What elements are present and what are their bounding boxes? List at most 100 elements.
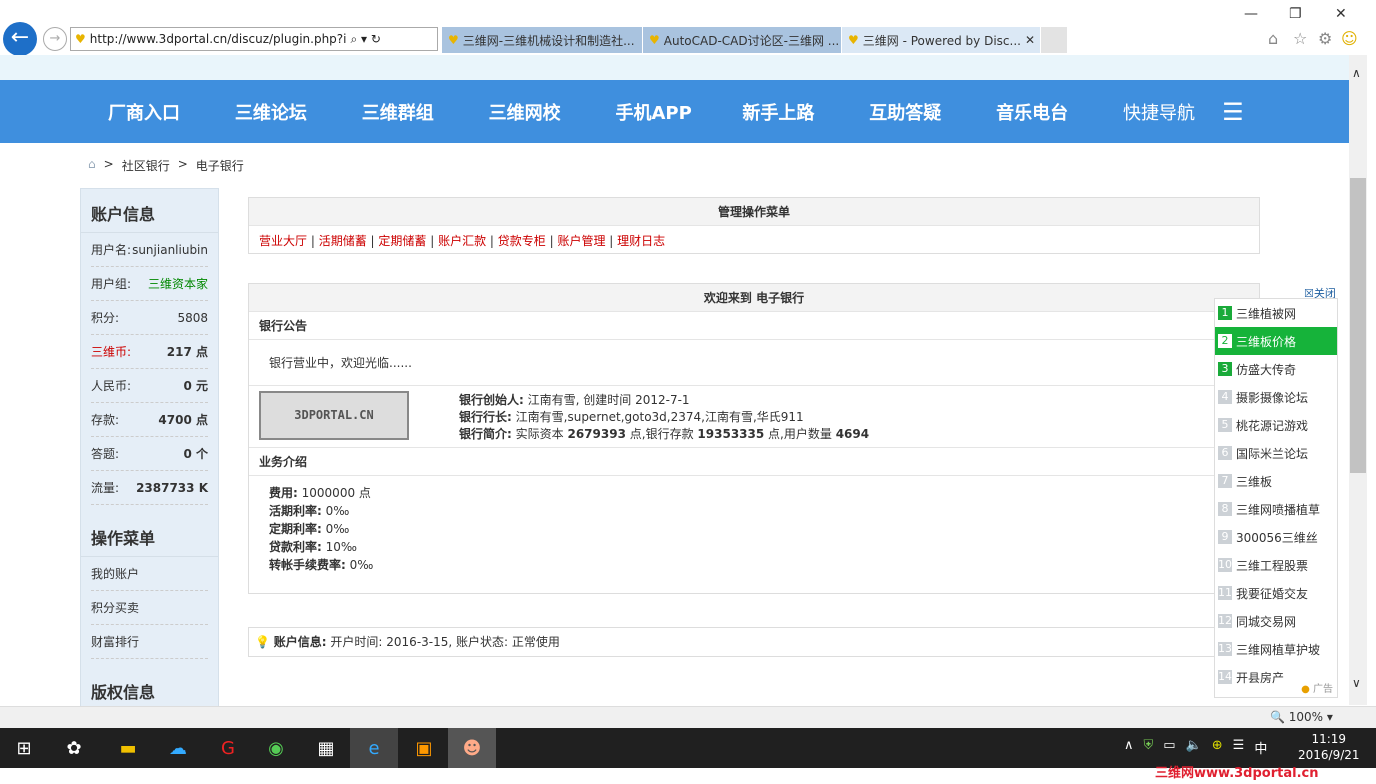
- add-icon[interactable]: ⊕: [1212, 738, 1223, 757]
- value: 1000000 点: [301, 486, 371, 500]
- tab-1[interactable]: ♥ 三维网-三维机械设计和制造社...: [442, 27, 642, 53]
- search-icon[interactable]: ⌕ ▾ ↻: [351, 32, 381, 47]
- sidebar-link-wealth-rank[interactable]: 财富排行: [91, 633, 139, 650]
- account-row: 用户名: sunjianliubin: [91, 233, 208, 267]
- ad-item-label: 300056三维丝: [1236, 530, 1318, 545]
- start-windows-icon[interactable]: ⊞: [0, 728, 48, 768]
- back-button[interactable]: ←: [3, 22, 37, 56]
- account-row: 流量: 2387733 K: [91, 471, 208, 505]
- app-icon[interactable]: ✿: [50, 728, 98, 768]
- sidebar-link-my-account[interactable]: 我的账户: [91, 565, 139, 582]
- volume-icon[interactable]: 🔈: [1186, 738, 1202, 757]
- ad-item-label: 仿盛大传奇: [1236, 362, 1297, 377]
- gear-icon[interactable]: ⚙: [1318, 29, 1332, 48]
- home-icon[interactable]: ⌂: [1268, 29, 1278, 48]
- ad-item[interactable]: 4 摄影摄像论坛: [1215, 383, 1337, 411]
- browser360-icon[interactable]: ◉: [252, 728, 300, 768]
- ad-item[interactable]: 13 三维网植草护坡: [1215, 635, 1337, 663]
- ad-item[interactable]: 6 国际米兰论坛: [1215, 439, 1337, 467]
- zoom-level: 100%: [1288, 710, 1324, 724]
- forward-button[interactable]: →: [43, 27, 67, 51]
- chevron-up-icon[interactable]: ∧: [1124, 738, 1134, 757]
- ad-item[interactable]: 8 三维网喷播植草: [1215, 495, 1337, 523]
- file-explorer-icon[interactable]: ▬: [104, 728, 152, 768]
- menu-link[interactable]: 定期储蓄: [378, 234, 426, 248]
- clock[interactable]: 11:19 2016/9/21: [1298, 731, 1360, 763]
- favorites-star-icon[interactable]: ☆: [1293, 29, 1307, 48]
- nav-item[interactable]: 新手上路: [742, 99, 869, 125]
- sep: >: [103, 157, 114, 171]
- nav-item[interactable]: 互助答疑: [869, 99, 996, 125]
- qq-users-icon[interactable]: ☻: [448, 728, 496, 768]
- rank-badge: 8: [1218, 502, 1232, 516]
- business-row: 贷款利率: 10‰: [269, 538, 1239, 556]
- business-list: 费用: 1000000 点活期利率: 0‰ 定期利率: 0‰ 贷款利率: 10‰ 转帐…: [249, 476, 1259, 582]
- ime-indicator[interactable]: 中: [1254, 738, 1267, 757]
- menu-link[interactable]: 营业大厅: [259, 234, 307, 248]
- label: 定期利率:: [269, 522, 322, 536]
- users-value: 4694: [835, 427, 870, 441]
- text: 实际资本: [515, 427, 564, 441]
- restore-button[interactable]: ❐: [1289, 6, 1302, 22]
- calculator-icon[interactable]: ▦: [302, 728, 350, 768]
- rank-badge: 14: [1218, 670, 1232, 684]
- zoom-control[interactable]: 🔍 100% ▾: [1270, 710, 1333, 724]
- ad-item[interactable]: 1 三维植被网: [1215, 299, 1337, 327]
- sidebar-link-points-trade[interactable]: 积分买卖: [91, 599, 139, 616]
- close-window-button[interactable]: ✕: [1335, 6, 1347, 22]
- label: 银行简介:: [459, 427, 512, 441]
- menu-link[interactable]: 账户管理: [557, 234, 605, 248]
- scroll-up-icon[interactable]: ∧: [1352, 66, 1361, 80]
- row-value: 三维资本家: [147, 277, 208, 291]
- ad-item[interactable]: 10 三维工程股票: [1215, 551, 1337, 579]
- ad-item[interactable]: 11 我要征婚交友: [1215, 579, 1337, 607]
- cloud-app-icon[interactable]: ☁: [154, 728, 202, 768]
- tab-2[interactable]: ♥ AutoCAD-CAD讨论区-三维网 ...: [643, 27, 841, 53]
- nav-item[interactable]: 三维论坛: [235, 99, 362, 125]
- founder-value: 江南有雪, 创建时间 2012-7-1: [527, 393, 690, 407]
- scrollbar-thumb[interactable]: [1350, 178, 1366, 473]
- status-bar: 🔍 100% ▾: [0, 706, 1376, 728]
- date: 2016/9/21: [1298, 748, 1360, 762]
- home-icon[interactable]: ⌂: [88, 157, 96, 174]
- nav-item[interactable]: 三维群组: [362, 99, 489, 125]
- nav-item[interactable]: 厂商入口: [108, 99, 235, 125]
- shield-icon[interactable]: ⛨: [1144, 738, 1154, 757]
- scroll-down-icon[interactable]: ∨: [1352, 676, 1361, 690]
- menu-link[interactable]: 贷款专柜: [498, 234, 546, 248]
- tab-3-active[interactable]: ♥ 三维网 - Powered by Disc... ✕: [842, 27, 1040, 53]
- notification-icon[interactable]: ☰: [1233, 738, 1245, 757]
- menu-link[interactable]: 活期储蓄: [319, 234, 367, 248]
- nav-item[interactable]: 音乐电台: [996, 99, 1123, 125]
- menu-list-icon[interactable]: ☰: [1222, 98, 1349, 126]
- ad-item[interactable]: 7 三维板: [1215, 467, 1337, 495]
- ad-item[interactable]: 12 同城交易网: [1215, 607, 1337, 635]
- ad-item[interactable]: 3 仿盛大传奇: [1215, 355, 1337, 383]
- internet-explorer-icon[interactable]: e: [350, 728, 398, 768]
- nav-item[interactable]: 手机APP: [616, 99, 743, 125]
- close-tab-icon[interactable]: ✕: [1025, 33, 1035, 47]
- ad-item[interactable]: 5 桃花源记游戏: [1215, 411, 1337, 439]
- site-icon: ♥: [75, 32, 86, 46]
- menu-link[interactable]: 账户汇款: [438, 234, 486, 248]
- rank-badge: 7: [1218, 474, 1232, 488]
- sep: |: [307, 234, 319, 248]
- ad-item[interactable]: 9 300056三维丝: [1215, 523, 1337, 551]
- smiley-feedback-icon[interactable]: ☺: [1341, 29, 1358, 48]
- power-icon[interactable]: ▭: [1163, 738, 1175, 757]
- sep: |: [605, 234, 618, 248]
- ad-item[interactable]: 2 三维板价格: [1215, 327, 1337, 355]
- nav-quick-nav[interactable]: 快捷导航: [1123, 99, 1222, 125]
- business-row: 定期利率: 0‰: [269, 520, 1239, 538]
- breadcrumb-link[interactable]: 社区银行: [122, 157, 170, 174]
- nav-item[interactable]: 三维网校: [489, 99, 616, 125]
- minimize-button[interactable]: —: [1244, 6, 1258, 22]
- welcome-panel: 欢迎来到 电子银行 银行公告 银行营业中，欢迎光临...... 3DPORTAL…: [248, 283, 1260, 594]
- package-app-icon[interactable]: ▣: [400, 728, 448, 768]
- value: 0‰: [349, 558, 374, 572]
- site-banner: [0, 55, 1349, 80]
- new-tab-button[interactable]: [1041, 27, 1067, 53]
- game-app-icon[interactable]: G: [204, 728, 252, 768]
- menu-link[interactable]: 理财日志: [617, 234, 665, 248]
- address-bar[interactable]: ♥ http://www.3dportal.cn/discuz/plugin.ph…: [70, 27, 438, 51]
